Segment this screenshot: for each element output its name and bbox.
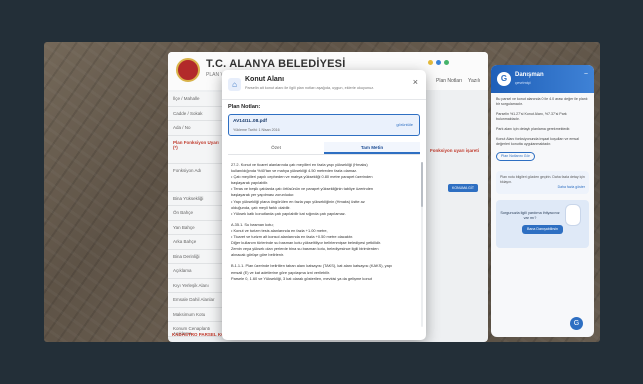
assistant-card-text: Plan notu bilgileri gözden geçirin. Daha… — [500, 175, 585, 184]
sidebar-item: Açıklama — [168, 264, 226, 279]
status-dot-icon — [436, 60, 441, 65]
tab-full-text[interactable]: Tam Metin — [324, 142, 420, 154]
ask-assistant-button[interactable]: Bana Danışabilirsin — [522, 225, 563, 234]
modal-title: Konut Alanı — [245, 76, 285, 83]
assistant-message: Bu parsel ve konut alanında 0 ile 4.0 ar… — [496, 97, 588, 106]
assistant-name: Danışman — [515, 72, 544, 78]
sidebar-item: İlçe / Mahalle — [168, 92, 226, 107]
status-dot-icon — [444, 60, 449, 65]
content-line: Parsele 0, 1.60 ve Yüksekliği, 3 kat ola… — [231, 275, 372, 281]
modal-header: ⌂ Konut Alanı Parselin ait konut alanı i… — [222, 70, 426, 100]
view-file-link[interactable]: görüntüle — [396, 122, 413, 127]
konut-alani-modal: ⌂ Konut Alanı Parselin ait konut alanı i… — [222, 70, 426, 340]
file-name: AV14I1L.08.pdf — [233, 119, 268, 124]
status-dot-icon — [428, 60, 433, 65]
background-app-title: T.C. ALANYA BELEDİYESİ — [206, 58, 346, 70]
assistant-message: Konut Alanı fonksiyonunda inşaat koşulla… — [496, 137, 579, 146]
assistant-body: Bu parsel ve konut alanında 0 ile 4.0 ar… — [491, 93, 594, 252]
sidebar-item: Ada / No — [168, 121, 226, 136]
plan-notes-link[interactable]: Plan Notlarını Gör — [496, 152, 535, 161]
status-dots — [428, 60, 449, 65]
sidebar-item: Yan Bahçe — [168, 220, 226, 235]
sidebar-item: Bina Yüksekliği — [168, 191, 226, 206]
tab-summary[interactable]: Özet — [228, 142, 324, 154]
close-icon[interactable]: × — [413, 77, 418, 87]
warning-text: Fonksiyon uyarı işareti — [430, 148, 480, 153]
nav-plan-notes[interactable]: Plan Notları — [436, 78, 462, 84]
home-icon: ⌂ — [228, 78, 241, 91]
sidebar-item-warning: Plan Fonksiyon Uyarı (*) — [168, 135, 226, 164]
sidebar-item: Cadde / Sokak — [168, 106, 226, 121]
cta-text: Sorgunuzla ilgili yardıma ihtiyacınız va… — [500, 211, 560, 220]
modal-subtitle: Parselin ait konut alanı ile ilgili plan… — [245, 86, 375, 90]
assistant-avatar: G — [497, 72, 511, 86]
sidebar-item: Emsale Dahil Alanlar — [168, 293, 226, 308]
assistant-cta: Sorgunuzla ilgili yardıma ihtiyacınız va… — [496, 200, 589, 248]
assistant-panel: G Danışman çevrimiçi − Bu parsel ve konu… — [491, 65, 594, 337]
go-to-location-button[interactable]: KONUMA GİT — [448, 184, 478, 192]
robot-icon — [565, 204, 581, 226]
screen: T.C. ALANYA BELEDİYESİ PLAN VE PROJE Pla… — [44, 42, 600, 342]
plan-notes-content: 27.2. Konut ve ticaret alanlarında çatı … — [228, 160, 416, 332]
sidebar-item: Arka Bahçe — [168, 235, 226, 250]
sidebar-item: Ön Bahçe — [168, 206, 226, 221]
plan-file-card[interactable]: AV14I1L.08.pdf Yükleme Tarihi: 1 Nisan 2… — [228, 114, 420, 136]
modal-tabs: Özet Tam Metin — [228, 142, 420, 155]
assistant-message: Park alanı için detaylı planlama gerekme… — [496, 127, 571, 131]
section-title: Plan Notları: — [228, 104, 261, 110]
scrollbar-thumb[interactable] — [421, 162, 423, 207]
municipality-logo-icon — [176, 58, 200, 82]
nav-written[interactable]: Yazılı — [468, 78, 480, 84]
more-link[interactable]: Daha fazla göster — [500, 185, 585, 190]
sidebar-item: Kıyı Yerleşik Alanı — [168, 278, 226, 293]
sidebar-item: Maksimum Kotu — [168, 307, 226, 322]
file-date: Yükleme Tarihi: 1 Nisan 2016 — [233, 128, 280, 132]
content-line: B.1.1.1. Plan üzerinde belirtilen taban … — [231, 263, 393, 269]
minimize-icon[interactable]: − — [584, 71, 588, 78]
device-frame: T.C. ALANYA BELEDİYESİ PLAN VE PROJE Pla… — [0, 0, 643, 384]
modal-scrollbar[interactable] — [421, 162, 423, 327]
sidebar-item: Fonksiyon Adı — [168, 163, 226, 192]
assistant-info-card: Plan notu bilgileri gözden geçirin. Daha… — [496, 171, 589, 194]
background-sidebar: İlçe / Mahalle Cadde / Sokak Ada / No Pl… — [168, 92, 226, 342]
assistant-header: G Danışman çevrimiçi − — [491, 65, 594, 93]
sidebar-item: Bina Derinliği — [168, 249, 226, 264]
chat-fab-icon[interactable]: G — [570, 317, 583, 330]
assistant-status: çevrimiçi — [515, 80, 531, 85]
assistant-message: Parselin %1.27'si Konut Alanı, %7.37'si … — [496, 112, 567, 121]
